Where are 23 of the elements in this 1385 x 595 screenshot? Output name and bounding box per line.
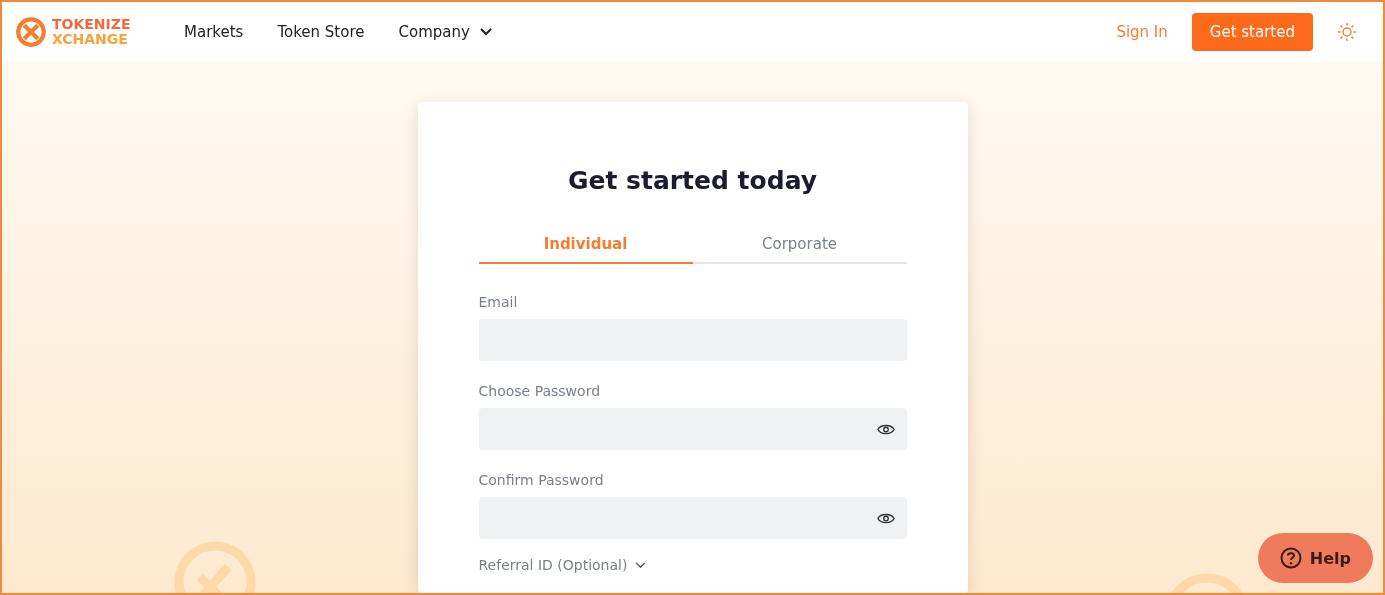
card-title: Get started today xyxy=(566,166,819,195)
field-label: Email xyxy=(478,294,519,310)
tab[interactable]: Corporate xyxy=(692,235,907,264)
get-started-button[interactable]: Get started xyxy=(1191,13,1313,51)
help-button[interactable]: Help xyxy=(1257,533,1373,583)
sun-icon[interactable] xyxy=(1337,22,1357,42)
nav-link[interactable]: Markets xyxy=(184,23,244,41)
eye-icon[interactable] xyxy=(876,511,895,525)
eye-icon[interactable] xyxy=(876,422,895,436)
password-field[interactable] xyxy=(478,408,907,450)
password-field[interactable] xyxy=(478,497,907,539)
question-icon xyxy=(1279,547,1302,569)
referral-toggle[interactable]: Referral ID (Optional) xyxy=(478,557,628,573)
field-label: Confirm Password xyxy=(478,472,605,488)
field-label: Choose Password xyxy=(478,383,602,399)
sign-in-link[interactable]: Sign In xyxy=(1116,23,1168,41)
logo-text: TOKENIZE xyxy=(52,17,131,32)
tab[interactable]: Individual xyxy=(478,235,693,264)
nav-link[interactable]: Company xyxy=(398,23,492,41)
logo-text: XCHANGE xyxy=(52,32,129,47)
chevron-down-icon xyxy=(635,561,647,569)
logo-icon xyxy=(14,15,48,49)
nav-link[interactable]: Token Store xyxy=(277,23,365,41)
